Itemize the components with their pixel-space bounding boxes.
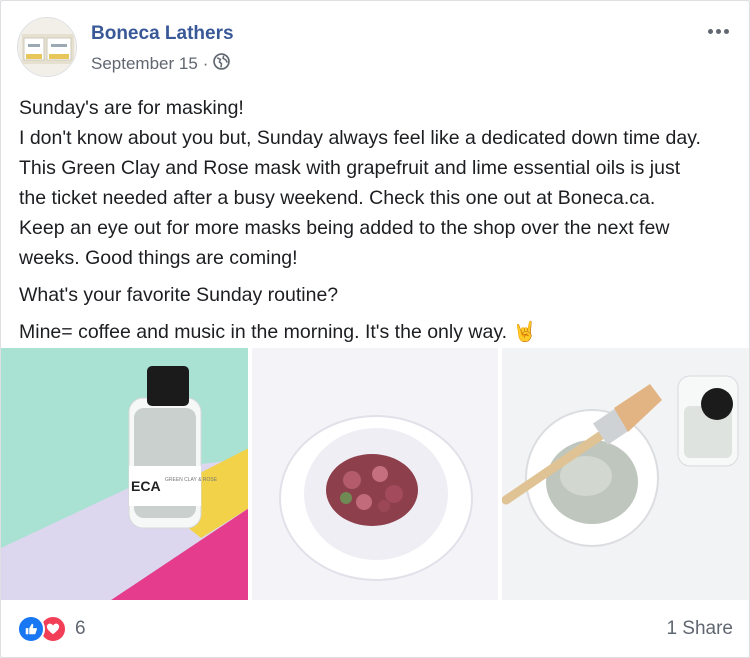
message-line: Mine= coffee and music in the morning. I…	[19, 321, 508, 343]
post-header: Boneca Lathers September 15 ·	[17, 17, 733, 79]
message-paragraph-2: What's your favorite Sunday routine?	[19, 280, 735, 310]
reaction-summary[interactable]: 6	[17, 615, 86, 643]
post-date[interactable]: September 15	[91, 54, 198, 74]
like-icon	[17, 615, 45, 643]
message-line: What's your favorite Sunday routine?	[19, 284, 339, 306]
message-paragraph-3: Mine= coffee and music in the morning. I…	[19, 317, 735, 347]
globe-icon	[213, 53, 231, 75]
message-line: Sunday's are for masking!	[19, 97, 244, 119]
photo-bottle-on-colored-paper[interactable]: ECA GREEN CLAY & ROSE	[1, 348, 248, 600]
photo-clay-mask-with-brush[interactable]	[502, 348, 750, 600]
post-meta: September 15 ·	[91, 53, 231, 75]
post-message: Sunday's are for masking! I don't know a…	[19, 93, 735, 354]
photo-grid: ECA GREEN CLAY & ROSE	[1, 348, 750, 600]
author-name[interactable]: Boneca Lathers	[91, 23, 234, 45]
post-footer: 6 1 Share	[17, 607, 733, 651]
message-line: the ticket needed after a busy weekend. …	[19, 187, 656, 209]
message-paragraph-1: Sunday's are for masking! I don't know a…	[19, 93, 735, 273]
rock-on-emoji: 🤘	[512, 321, 537, 343]
message-line: Keep an eye out for more masks being add…	[19, 217, 670, 239]
bottle-sublabel: GREEN CLAY & ROSE	[165, 477, 218, 483]
share-count-link[interactable]: 1 Share	[666, 618, 733, 640]
photo-rose-petals-in-bowl[interactable]	[251, 348, 499, 600]
meta-separator: ·	[202, 54, 209, 73]
bottle-label: ECA	[131, 478, 161, 494]
post-card: Boneca Lathers September 15 · Sunday's a…	[0, 0, 750, 658]
avatar[interactable]	[17, 17, 77, 77]
message-line: weeks. Good things are coming!	[19, 247, 298, 269]
more-options-icon[interactable]	[703, 21, 733, 41]
message-line: I don't know about you but, Sunday alway…	[19, 127, 701, 149]
message-line: This Green Clay and Rose mask with grape…	[19, 157, 681, 179]
reaction-count: 6	[75, 618, 86, 639]
